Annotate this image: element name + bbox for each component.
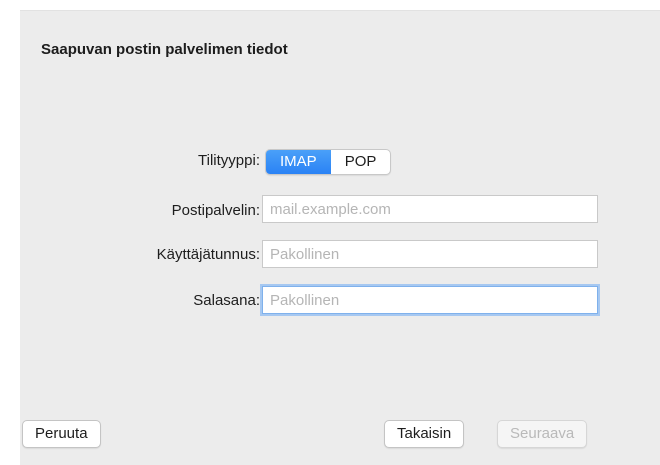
next-button[interactable]: Seuraava	[497, 420, 588, 448]
mail-server-input[interactable]	[262, 195, 598, 223]
username-label: Käyttäjätunnus:	[156, 246, 260, 263]
back-button[interactable]: Takaisin	[384, 420, 465, 448]
account-type-pop-option[interactable]: POP	[331, 150, 391, 174]
dialog-title: Saapuvan postin palvelimen tiedot	[41, 41, 288, 58]
username-input[interactable]	[262, 240, 598, 268]
password-input[interactable]	[262, 286, 598, 314]
password-label: Salasana:	[193, 292, 260, 309]
mail-server-label: Postipalvelin:	[171, 202, 260, 219]
incoming-mail-server-dialog: Saapuvan postin palvelimen tiedot Tility…	[20, 10, 660, 465]
cancel-button[interactable]: Peruuta	[22, 420, 101, 448]
account-type-label: Tilityyppi:	[198, 152, 260, 169]
account-type-segmented-control: IMAP POP	[265, 149, 392, 175]
account-type-imap-option[interactable]: IMAP	[266, 150, 331, 174]
